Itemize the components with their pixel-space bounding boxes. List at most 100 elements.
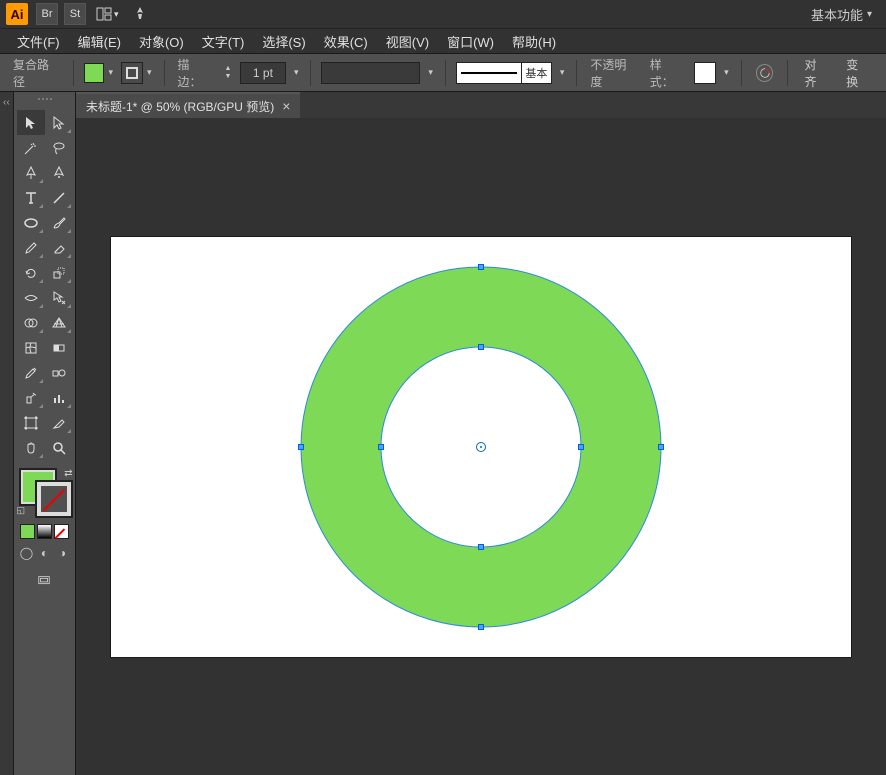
artboard[interactable] [111, 237, 851, 657]
gradient-tool[interactable] [45, 335, 73, 360]
stroke-color-icon [121, 62, 143, 84]
anchor-handle[interactable] [478, 624, 484, 630]
eraser-tool[interactable] [45, 235, 73, 260]
anchor-handle[interactable] [298, 444, 304, 450]
document-tab[interactable]: 未标题-1* @ 50% (RGB/GPU 预览) × [76, 92, 300, 118]
menu-object[interactable]: 对象(O) [130, 29, 193, 54]
stroke-weight-stepper[interactable]: ▲▼ [222, 62, 234, 84]
divider [310, 60, 311, 86]
workspace-switcher[interactable]: 基本功能 ▾ [803, 1, 880, 28]
column-graph-tool[interactable] [45, 385, 73, 410]
lasso-tool[interactable] [45, 135, 73, 160]
slice-tool[interactable] [45, 410, 73, 435]
anchor-handle[interactable] [478, 264, 484, 270]
hand-tool[interactable] [17, 435, 45, 460]
curvature-tool[interactable] [45, 160, 73, 185]
chevron-left-icon: ‹‹ [3, 97, 10, 108]
transform-panel-button[interactable]: 变换 [840, 53, 876, 93]
anchor-handle[interactable] [578, 444, 584, 450]
menu-effect[interactable]: 效果(C) [315, 29, 377, 54]
gradient-mode-button[interactable] [37, 524, 52, 539]
variable-width-profile[interactable] [321, 62, 420, 84]
stroke-weight-input[interactable] [240, 62, 286, 84]
tools-panel: ⇄ ◱ ◯ ◐ ◑ [14, 92, 76, 775]
line-segment-tool[interactable] [45, 185, 73, 210]
align-panel-button[interactable]: 对齐 [798, 53, 834, 93]
brush-label: 基本 [522, 62, 552, 84]
stroke-swatch-button[interactable]: ▾ [121, 62, 154, 84]
menu-window[interactable]: 窗口(W) [438, 29, 503, 54]
draw-inside-icon[interactable]: ◑ [55, 545, 70, 560]
arrange-docs-icon[interactable]: ▾ [92, 3, 123, 25]
rotate-tool[interactable] [17, 260, 45, 285]
scale-tool[interactable] [45, 260, 73, 285]
canvas-viewport[interactable] [76, 118, 886, 775]
anchor-handle[interactable] [378, 444, 384, 450]
control-bar: 复合路径 ▾ ▾ 描边： ▲▼ ▾ ▾ 基本 ▾ 不透明度 样式： ▾ 对齐 变… [0, 54, 886, 92]
draw-behind-icon[interactable]: ◐ [37, 545, 52, 560]
zoom-tool[interactable] [45, 435, 73, 460]
stock-icon[interactable]: St [64, 3, 86, 25]
screen-mode-button[interactable] [31, 570, 59, 592]
chevron-down-icon[interactable]: ▾ [558, 67, 567, 78]
document-tab-title: 未标题-1* @ 50% (RGB/GPU 预览) [86, 98, 274, 115]
graphic-style-swatch[interactable] [694, 62, 716, 84]
stroke-swatch[interactable] [37, 482, 71, 516]
paintbrush-tool[interactable] [45, 210, 73, 235]
brush-preview-icon [456, 62, 522, 84]
title-bar: Ai Br St ▾ 基本功能 ▾ [0, 0, 886, 28]
fill-color-icon [84, 63, 104, 83]
anchor-handle[interactable] [658, 444, 664, 450]
style-label: 样式： [647, 56, 689, 90]
perspective-grid-tool[interactable] [45, 310, 73, 335]
bridge-icon[interactable]: Br [36, 3, 58, 25]
none-mode-button[interactable] [54, 524, 69, 539]
panel-collapse-tab[interactable]: ‹‹ [0, 92, 14, 775]
gpu-preview-icon[interactable] [129, 3, 151, 25]
menu-file[interactable]: 文件(F) [8, 29, 69, 54]
magic-wand-tool[interactable] [17, 135, 45, 160]
type-tool[interactable] [17, 185, 45, 210]
recolor-artwork-icon[interactable] [756, 64, 774, 82]
chevron-down-icon[interactable]: ▾ [722, 67, 731, 78]
swap-fill-stroke-icon[interactable]: ⇄ [64, 468, 72, 479]
menu-bar: 文件(F) 编辑(E) 对象(O) 文字(T) 选择(S) 效果(C) 视图(V… [0, 28, 886, 54]
menu-view[interactable]: 视图(V) [377, 29, 438, 54]
document-area: 未标题-1* @ 50% (RGB/GPU 预览) × [76, 92, 886, 775]
mesh-tool[interactable] [17, 335, 45, 360]
blend-tool[interactable] [45, 360, 73, 385]
ellipse-tool[interactable] [17, 210, 45, 235]
chevron-down-icon[interactable]: ▾ [426, 67, 435, 78]
free-transform-tool[interactable] [45, 285, 73, 310]
color-mode-button[interactable] [20, 524, 35, 539]
menu-select[interactable]: 选择(S) [253, 29, 314, 54]
menu-help[interactable]: 帮助(H) [503, 29, 565, 54]
eyedropper-tool[interactable] [17, 360, 45, 385]
chevron-down-icon[interactable]: ▾ [292, 67, 301, 78]
pencil-tool[interactable] [17, 235, 45, 260]
opacity-label[interactable]: 不透明度 [587, 56, 640, 90]
divider [787, 60, 788, 86]
chevron-down-icon: ▾ [867, 9, 872, 20]
close-icon[interactable]: × [282, 98, 290, 114]
direct-selection-tool[interactable] [45, 110, 73, 135]
pen-tool[interactable] [17, 160, 45, 185]
anchor-handle[interactable] [478, 544, 484, 550]
draw-normal-icon[interactable]: ◯ [19, 545, 34, 560]
divider [576, 60, 577, 86]
stroke-label[interactable]: 描边： [174, 56, 216, 90]
center-point-icon[interactable] [476, 442, 486, 452]
selection-tool[interactable] [17, 110, 45, 135]
fill-swatch-button[interactable]: ▾ [84, 63, 115, 83]
menu-type[interactable]: 文字(T) [193, 29, 254, 54]
brush-definition-button[interactable]: 基本 [456, 62, 552, 84]
menu-edit[interactable]: 编辑(E) [69, 29, 130, 54]
default-fill-stroke-icon[interactable]: ◱ [17, 505, 26, 516]
anchor-handle[interactable] [478, 344, 484, 350]
shape-builder-tool[interactable] [17, 310, 45, 335]
artboard-tool[interactable] [17, 410, 45, 435]
symbol-sprayer-tool[interactable] [17, 385, 45, 410]
width-tool[interactable] [17, 285, 45, 310]
divider [741, 60, 742, 86]
panel-grip-icon[interactable] [25, 98, 65, 106]
